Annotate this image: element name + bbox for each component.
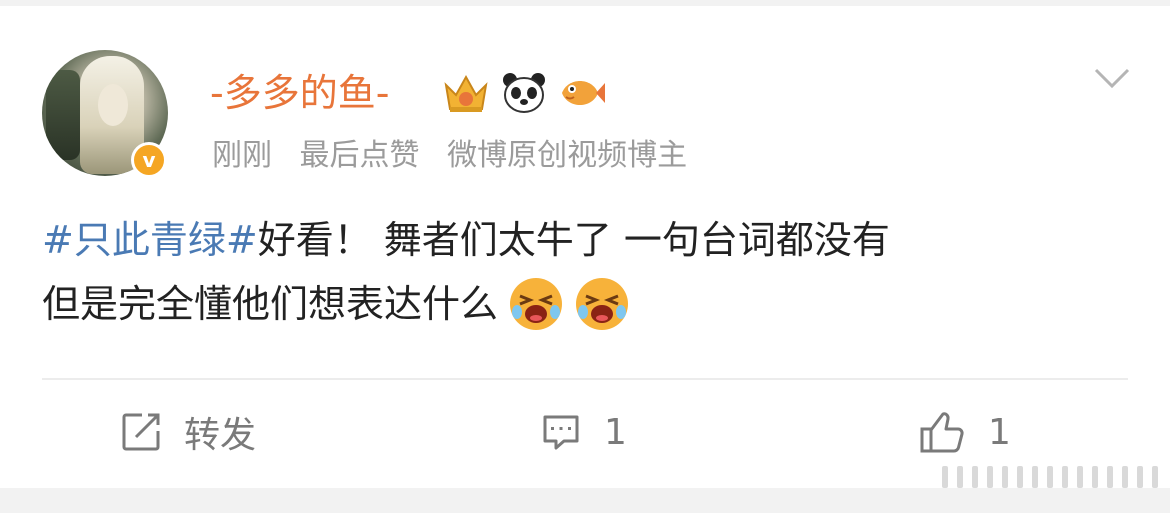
like-button[interactable]: 1: [918, 404, 1011, 460]
like-count: 1: [988, 411, 1011, 453]
username[interactable]: -多多的鱼-: [210, 68, 389, 118]
post-content: #只此青绿# 好看！ 舞者们太牛了 一句台词都没有 但是完全懂他们想表达什么: [42, 208, 1132, 336]
scroll-indicator: [942, 464, 1164, 488]
crown-badge-icon[interactable]: [442, 71, 490, 115]
top-separator: [0, 0, 1170, 6]
content-line-2: 但是完全懂他们想表达什么: [42, 272, 1132, 336]
post-meta: 刚刚 最后点赞 微博原创视频博主: [212, 134, 705, 178]
comment-icon: [543, 415, 579, 450]
hashtag-link[interactable]: #只此青绿#: [42, 208, 258, 272]
content-text-1: 好看！ 舞者们太牛了 一句台词都没有: [257, 218, 890, 262]
user-badges: [442, 68, 606, 118]
weibo-post-card: v -多多的鱼- 刚刚 最后点赞 微博原创视频博主 #只此青绿# 好看！ 舞者们…: [0, 0, 1170, 513]
comment-button[interactable]: 1: [540, 404, 627, 460]
verified-badge-icon: v: [131, 142, 167, 178]
content-text-2: 但是完全懂他们想表达什么: [42, 282, 499, 326]
repost-icon: [122, 413, 160, 451]
panda-badge-icon[interactable]: [500, 71, 548, 115]
bottom-separator: [0, 488, 1170, 513]
comment-count: 1: [604, 411, 627, 453]
repost-label: 转发: [184, 415, 257, 456]
fish-badge-icon[interactable]: [558, 71, 606, 115]
divider: [42, 378, 1128, 380]
crying-laugh-emoji: [510, 278, 563, 330]
chevron-down-icon[interactable]: [1090, 62, 1134, 94]
content-line-1: #只此青绿# 好看！ 舞者们太牛了 一句台词都没有: [42, 208, 1132, 272]
avatar-face: [98, 84, 128, 126]
post-activity: 最后点赞: [299, 138, 420, 173]
crying-laugh-emoji: [576, 278, 629, 330]
avatar-background: [46, 70, 80, 160]
repost-button[interactable]: 转发: [120, 404, 256, 460]
author-title: 微博原创视频博主: [447, 138, 688, 173]
post-time: 刚刚: [212, 138, 272, 173]
thumbs-up-icon: [920, 412, 964, 453]
